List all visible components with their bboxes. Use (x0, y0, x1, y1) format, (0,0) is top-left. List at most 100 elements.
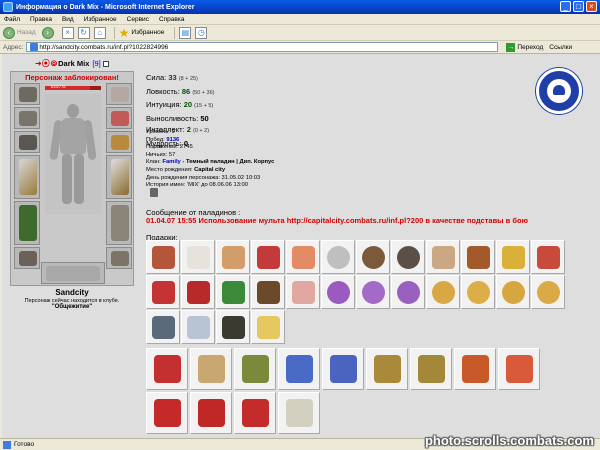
slot-rings[interactable] (106, 131, 132, 153)
gift-item[interactable] (410, 348, 452, 390)
gift-item[interactable] (190, 348, 232, 390)
refresh-icon[interactable]: ↻ (77, 26, 90, 39)
slot-gloves[interactable] (14, 131, 40, 153)
page-done-icon (3, 440, 11, 449)
clan-emblem-icon (46, 266, 100, 281)
gift-item[interactable] (286, 240, 320, 274)
gift-item[interactable] (498, 348, 540, 390)
gift-item[interactable] (216, 310, 250, 344)
gift-item[interactable] (234, 392, 276, 434)
media-icon[interactable]: ▤ (179, 26, 192, 39)
gift-item[interactable] (146, 275, 180, 309)
clan-link[interactable]: Family (162, 159, 180, 165)
gift-item[interactable] (426, 275, 460, 309)
gift-item[interactable] (366, 348, 408, 390)
gift-icon (187, 281, 210, 304)
gift-item[interactable] (181, 275, 215, 309)
gift-item[interactable] (286, 275, 320, 309)
slot-boots[interactable] (106, 247, 132, 269)
slot-earrings[interactable] (106, 83, 132, 105)
gift-item[interactable] (234, 348, 276, 390)
gift-item[interactable] (146, 348, 188, 390)
gift-icon (502, 246, 525, 269)
gift-item[interactable] (251, 240, 285, 274)
gift-item[interactable] (454, 348, 496, 390)
gift-item[interactable] (251, 275, 285, 309)
slot-amulet[interactable] (106, 107, 132, 129)
links-button[interactable]: Ссылки (549, 44, 572, 51)
gift-item[interactable] (356, 240, 390, 274)
go-button[interactable]: → Переход (506, 42, 543, 52)
gift-item[interactable] (278, 348, 320, 390)
gift-item[interactable] (426, 240, 460, 274)
menu-edit[interactable]: Правка (30, 16, 52, 23)
gift-item[interactable] (321, 240, 355, 274)
slot-legs[interactable] (106, 201, 132, 245)
character-level: [9] (92, 59, 101, 68)
stat-intuition: Интуиция: 20 (15 + 5) (146, 100, 214, 109)
menu-file[interactable]: Файл (4, 16, 20, 23)
address-input[interactable] (26, 42, 499, 52)
slot-belt[interactable] (14, 247, 40, 269)
rings-icon (111, 135, 129, 150)
gift-item[interactable] (146, 392, 188, 434)
page-content: ➜⦿ ⦾ Dark Mix [9] Персонаж заблокирован!… (0, 54, 600, 438)
gift-icon (198, 355, 225, 383)
slot-armor[interactable] (14, 201, 40, 245)
stop-icon[interactable]: × (61, 26, 74, 39)
go-arrow-icon: → (506, 42, 516, 52)
gift-item[interactable] (181, 240, 215, 274)
gift-item[interactable] (322, 348, 364, 390)
back-arrow-icon: ‹ (3, 26, 15, 39)
gift-item[interactable] (391, 240, 425, 274)
star-icon: ★ (118, 25, 130, 40)
maximize-button[interactable]: □ (573, 1, 584, 12)
back-button[interactable]: ‹ Назад (3, 26, 36, 39)
gift-icon (257, 281, 280, 304)
paladin-message: 01.04.07 15:55 Использование мульта http… (146, 216, 528, 225)
gift-item[interactable] (146, 310, 180, 344)
gift-item[interactable] (531, 275, 565, 309)
gloves-icon (19, 135, 37, 150)
gift-icon (502, 281, 525, 304)
gift-item[interactable] (181, 310, 215, 344)
gift-item[interactable] (496, 275, 530, 309)
gift-item[interactable] (531, 240, 565, 274)
gift-item[interactable] (461, 240, 495, 274)
gift-item[interactable] (146, 240, 180, 274)
menu-help[interactable]: Справка (159, 16, 185, 23)
menu-tools[interactable]: Сервис (127, 16, 149, 23)
gift-item[interactable] (391, 275, 425, 309)
gift-item[interactable] (461, 275, 495, 309)
close-button[interactable]: × (586, 1, 597, 12)
forward-button[interactable]: › (41, 26, 56, 39)
gift-icon (292, 246, 315, 269)
locked-notice: Персонаж заблокирован! (25, 73, 119, 82)
gift-icon (292, 281, 315, 304)
info-icon[interactable] (102, 60, 109, 67)
gift-icon (330, 355, 357, 383)
gift-item[interactable] (496, 240, 530, 274)
home-icon[interactable]: ⌂ (93, 26, 106, 39)
gift-item[interactable] (321, 275, 355, 309)
history-icon[interactable]: ◷ (195, 26, 208, 39)
slot-offhand[interactable] (106, 155, 132, 199)
gift-item[interactable] (190, 392, 232, 434)
gift-item[interactable] (356, 275, 390, 309)
gift-icon (537, 281, 560, 304)
gift-icon (222, 316, 245, 339)
menu-favorites[interactable]: Избранное (84, 16, 117, 23)
favorites-button[interactable]: ★ Избранное (119, 26, 165, 40)
slot-bracers[interactable] (14, 107, 40, 129)
slot-weapon[interactable] (14, 155, 40, 199)
address-label: Адрес: (3, 43, 24, 51)
gift-item[interactable] (216, 240, 250, 274)
gift-item[interactable] (216, 275, 250, 309)
menu-view[interactable]: Вид (62, 16, 74, 23)
gift-item[interactable] (278, 392, 320, 434)
gift-icon (257, 316, 280, 339)
slot-helmet[interactable] (14, 83, 40, 105)
clan-emblem-slot[interactable] (41, 262, 105, 284)
gift-item[interactable] (251, 310, 285, 344)
minimize-button[interactable]: _ (560, 1, 571, 12)
